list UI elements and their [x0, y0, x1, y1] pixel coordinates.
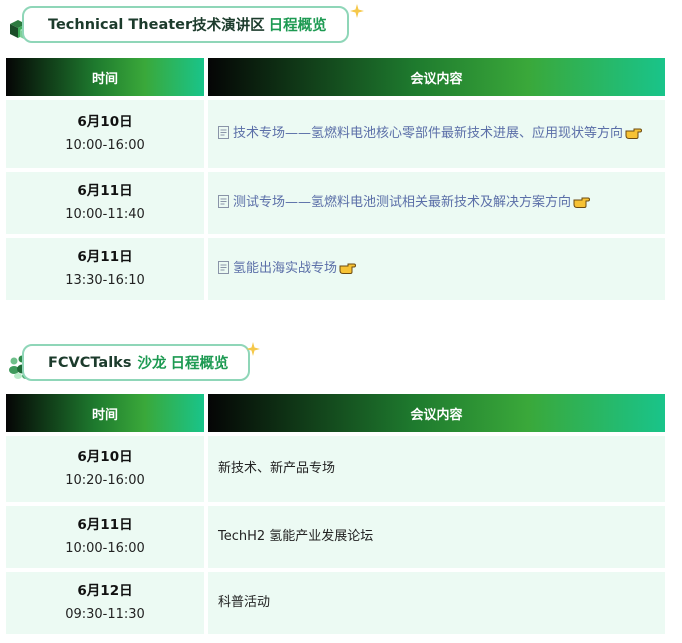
date: 6月10日 — [77, 449, 133, 465]
hours: 09:30-11:30 — [65, 607, 145, 622]
section-title-row: FCVCTalks 沙龙 日程概览 — [0, 338, 682, 394]
time-cell: 6月11日 13:30-16:10 — [6, 238, 204, 300]
table-row: 6月11日 13:30-16:10 氢能出海实战专场 — [6, 238, 665, 300]
header-time: 时间 — [6, 394, 204, 432]
title-cn: 技术演讲区 — [192, 18, 265, 34]
table-header-row: 时间 会议内容 — [6, 58, 665, 96]
fcvctalks-section: FCVCTalks 沙龙 日程概览 时间 会议内容 6月10日 10:20-16… — [0, 338, 682, 634]
sparkle-icon — [350, 4, 364, 18]
session-link[interactable]: 技术专场——氢燃料电池核心零部件最新技术进展、应用现状等方向 — [233, 126, 623, 141]
schedule-table: 时间 会议内容 6月10日 10:20-16:00 新技术、新产品专场 6月11… — [2, 390, 669, 638]
content-cell[interactable]: 技术专场——氢燃料电池核心零部件最新技术进展、应用现状等方向 — [208, 100, 665, 168]
pointing-hand-icon — [573, 197, 591, 208]
time-cell: 6月10日 10:20-16:00 — [6, 436, 204, 502]
section-title: Technical Theater 技术演讲区 日程概览 — [22, 6, 349, 43]
content-cell[interactable]: 氢能出海实战专场 — [208, 238, 665, 300]
table-row: 6月10日 10:20-16:00 新技术、新产品专场 — [6, 436, 665, 502]
time-cell: 6月12日 09:30-11:30 — [6, 572, 204, 634]
table-row: 6月12日 09:30-11:30 科普活动 — [6, 572, 665, 634]
hours: 13:30-16:10 — [65, 273, 145, 288]
date: 6月11日 — [77, 183, 133, 199]
time-cell: 6月10日 10:00-16:00 — [6, 100, 204, 168]
title-cn: 沙龙 — [137, 356, 167, 372]
doc-icon — [218, 261, 229, 274]
session-link[interactable]: 氢能出海实战专场 — [233, 261, 337, 276]
date: 6月11日 — [77, 517, 133, 533]
header-time: 时间 — [6, 58, 204, 96]
time-cell: 6月11日 10:00-16:00 — [6, 506, 204, 568]
doc-icon — [218, 126, 229, 139]
table-row: 6月11日 10:00-16:00 TechH2 氢能产业发展论坛 — [6, 506, 665, 568]
title-en: Technical Theater — [48, 16, 193, 33]
header-content: 会议内容 — [208, 394, 665, 432]
sparkle-icon — [246, 342, 260, 356]
hours: 10:00-16:00 — [65, 541, 145, 556]
session-text: 科普活动 — [218, 595, 271, 610]
date: 6月11日 — [77, 249, 133, 265]
schedule-table: 时间 会议内容 6月10日 10:00-16:00 技术专场——氢燃料电池核心零… — [2, 54, 669, 304]
pointing-hand-icon — [339, 263, 357, 274]
content-cell[interactable]: 测试专场——氢燃料电池测试相关最新技术及解决方案方向 — [208, 172, 665, 234]
doc-icon — [218, 195, 229, 208]
session-text: 新技术、新产品专场 — [218, 461, 336, 476]
technical-theater-section: Technical Theater 技术演讲区 日程概览 时间 会议内容 6月1… — [0, 0, 682, 300]
table-row: 6月10日 10:00-16:00 技术专场——氢燃料电池核心零部件最新技术进展… — [6, 100, 665, 168]
session-text: TechH2 氢能产业发展论坛 — [218, 529, 374, 544]
table-row: 6月11日 10:00-11:40 测试专场——氢燃料电池测试相关最新技术及解决… — [6, 172, 665, 234]
session-link[interactable]: 测试专场——氢燃料电池测试相关最新技术及解决方案方向 — [233, 195, 571, 210]
pointing-hand-icon — [625, 128, 643, 139]
title-en: FCVCTalks — [48, 354, 132, 371]
content-cell: TechH2 氢能产业发展论坛 — [208, 506, 665, 568]
date: 6月12日 — [77, 583, 133, 599]
hours: 10:20-16:00 — [65, 473, 145, 488]
section-title-row: Technical Theater 技术演讲区 日程概览 — [0, 0, 682, 56]
hours: 10:00-11:40 — [65, 207, 145, 222]
table-header-row: 时间 会议内容 — [6, 394, 665, 432]
date: 6月10日 — [77, 114, 133, 130]
header-content: 会议内容 — [208, 58, 665, 96]
section-title: FCVCTalks 沙龙 日程概览 — [22, 344, 251, 381]
hours: 10:00-16:00 — [65, 138, 145, 153]
title-green: 日程概览 — [170, 356, 229, 372]
time-cell: 6月11日 10:00-11:40 — [6, 172, 204, 234]
title-green: 日程概览 — [268, 18, 327, 34]
content-cell: 科普活动 — [208, 572, 665, 634]
content-cell: 新技术、新产品专场 — [208, 436, 665, 502]
